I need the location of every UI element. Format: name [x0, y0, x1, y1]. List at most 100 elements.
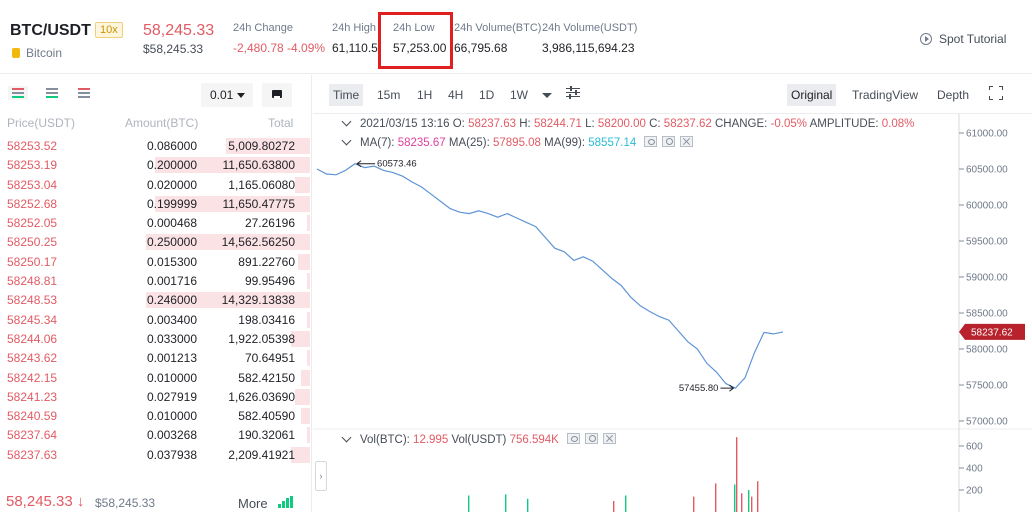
y-tick-label: 60000.00	[966, 201, 1008, 212]
order-book-toolbar: 0.01	[0, 75, 312, 113]
printer-icon[interactable]	[262, 83, 292, 107]
ask-total: 14,562.56250	[221, 235, 295, 250]
table-row[interactable]: 58248.53 0.246000 14,329.13838	[0, 290, 312, 309]
table-row[interactable]: 58253.52 0.086000 5,009.80272	[0, 136, 312, 155]
ask-amount: 0.250000	[146, 235, 197, 250]
high-marker-arrow	[356, 160, 376, 168]
close-icon[interactable]	[680, 136, 694, 147]
collapse-icon[interactable]	[341, 116, 352, 127]
ask-total: 70.64951	[244, 351, 295, 366]
ma7-label: MA(7):	[360, 137, 395, 149]
gear-icon[interactable]	[585, 433, 599, 444]
tf-1d[interactable]: 1D	[475, 84, 498, 106]
table-row[interactable]: 58242.15 0.010000 582.42150	[0, 368, 312, 387]
ask-price: 58241.23	[7, 389, 58, 404]
header-last-price: 58,245.33	[143, 22, 215, 39]
view-tradingview[interactable]: TradingView	[848, 84, 922, 106]
ask-amount: 0.003400	[146, 312, 197, 327]
ask-total: 2,209.41921	[228, 447, 295, 462]
y-tick-label: 59500.00	[966, 237, 1008, 248]
depth-bar	[294, 176, 310, 193]
volume-bar	[715, 483, 717, 512]
table-row[interactable]: 58252.05 0.000468 27.26196	[0, 213, 312, 232]
fullscreen-icon[interactable]	[989, 86, 1003, 100]
spot-tutorial-link[interactable]: Spot Tutorial	[920, 32, 1006, 46]
pair-title[interactable]: BTC/USDT	[10, 22, 91, 40]
ask-amount: 0.027919	[146, 389, 197, 404]
table-row[interactable]: 58252.68 0.199999 11,650.47775	[0, 194, 312, 213]
tf-4h[interactable]: 4H	[444, 84, 467, 106]
close-icon[interactable]	[603, 433, 617, 444]
ask-price: 58244.06	[7, 331, 58, 346]
vol-tick-label: 400	[966, 464, 983, 475]
play-icon	[920, 33, 932, 45]
ohlc-change-label: CHANGE:	[714, 118, 768, 130]
table-row[interactable]: 58250.17 0.015300 891.22760	[0, 252, 312, 271]
tf-1h[interactable]: 1H	[413, 84, 436, 106]
volume-axis-ticks: 600 400 200	[959, 442, 983, 497]
table-row[interactable]: 58241.23 0.027919 1,626.03690	[0, 387, 312, 406]
gear-icon[interactable]	[662, 136, 676, 147]
book-last-price-row: 58,245.33 ↓ $58,245.33 More	[0, 491, 312, 512]
ohlc-amplitude: 0.08%	[881, 118, 915, 130]
table-row[interactable]: 58253.19 0.200000 11,650.63800	[0, 155, 312, 174]
ask-total: 1,626.03690	[228, 389, 295, 404]
book-asks-icon[interactable]	[74, 86, 94, 100]
stat-label: 24h High	[332, 22, 377, 34]
table-row[interactable]: 58248.81 0.001716 99.95496	[0, 271, 312, 290]
ask-price: 58240.59	[7, 409, 58, 424]
eye-icon[interactable]	[567, 433, 581, 444]
book-both-icon[interactable]	[8, 86, 28, 100]
table-row[interactable]: 58250.25 0.250000 14,562.56250	[0, 232, 312, 251]
collapse-icon[interactable]	[341, 135, 352, 146]
view-original[interactable]: Original	[787, 84, 837, 106]
timeframe-dropdown-icon[interactable]	[542, 93, 552, 98]
ohlc-high: 58244.71	[533, 118, 582, 130]
book-bids-icon[interactable]	[42, 86, 62, 100]
table-row[interactable]: 58245.34 0.003400 198.03416	[0, 310, 312, 329]
ask-total: 11,650.47775	[222, 196, 295, 211]
tf-15m[interactable]: 15m	[373, 84, 404, 106]
low-marker: 57455.80	[679, 383, 735, 394]
signal-bars-icon[interactable]	[278, 496, 294, 508]
eye-icon[interactable]	[644, 136, 658, 147]
table-row[interactable]: 58240.59 0.010000 582.40590	[0, 406, 312, 425]
expand-panel-button[interactable]: ›	[315, 461, 327, 491]
view-depth[interactable]: Depth	[933, 84, 973, 106]
tf-time[interactable]: Time	[329, 84, 364, 106]
leverage-badge: 10x	[95, 22, 123, 38]
precision-select[interactable]: 0.01	[201, 83, 253, 107]
ohlc-close: 58237.62	[663, 118, 712, 130]
indicator-settings-icon[interactable]	[566, 85, 580, 99]
coin-name[interactable]: Bitcoin	[12, 46, 62, 60]
ohlc-date: 2021/03/15 13:16	[360, 118, 450, 130]
ma25-label: MA(25):	[448, 137, 490, 149]
volume-bar	[468, 495, 470, 512]
depth-bar	[300, 369, 310, 386]
y-tick-label: 60500.00	[966, 165, 1008, 176]
vol-btc-value: 12.995	[413, 434, 449, 446]
vol-tick-label: 600	[966, 442, 983, 453]
ask-total: 14,329.13838	[221, 293, 295, 308]
table-row[interactable]: 58243.62 0.001213 70.64951	[0, 348, 312, 367]
ask-amount: 0.246000	[146, 293, 197, 308]
ask-amount: 0.200000	[146, 158, 197, 173]
table-row[interactable]: 58244.06 0.033000 1,922.05398	[0, 329, 312, 348]
vol-info: Vol(BTC): 12.995 Vol(USDT) 756.594K	[339, 432, 617, 446]
more-link[interactable]: More	[238, 496, 268, 511]
collapse-icon[interactable]	[341, 432, 352, 443]
chart-divider	[313, 113, 1032, 114]
ask-total: 582.40590	[238, 409, 295, 424]
ask-price: 58253.52	[7, 139, 58, 153]
volume-bar	[613, 501, 615, 512]
volume-bar	[736, 437, 738, 512]
table-row[interactable]: 58237.64 0.003268 190.32061	[0, 425, 312, 444]
ask-price: 58250.17	[7, 254, 58, 269]
depth-bar	[306, 273, 310, 290]
table-row[interactable]: 58253.04 0.020000 1,165.06080	[0, 175, 312, 194]
ask-amount: 0.086000	[146, 139, 197, 153]
ask-amount: 0.010000	[146, 409, 197, 424]
book-last-price: 58,245.33 ↓	[6, 493, 85, 510]
tf-1w[interactable]: 1W	[506, 84, 532, 106]
table-row[interactable]: 58237.63 0.037938 2,209.41921	[0, 445, 312, 464]
